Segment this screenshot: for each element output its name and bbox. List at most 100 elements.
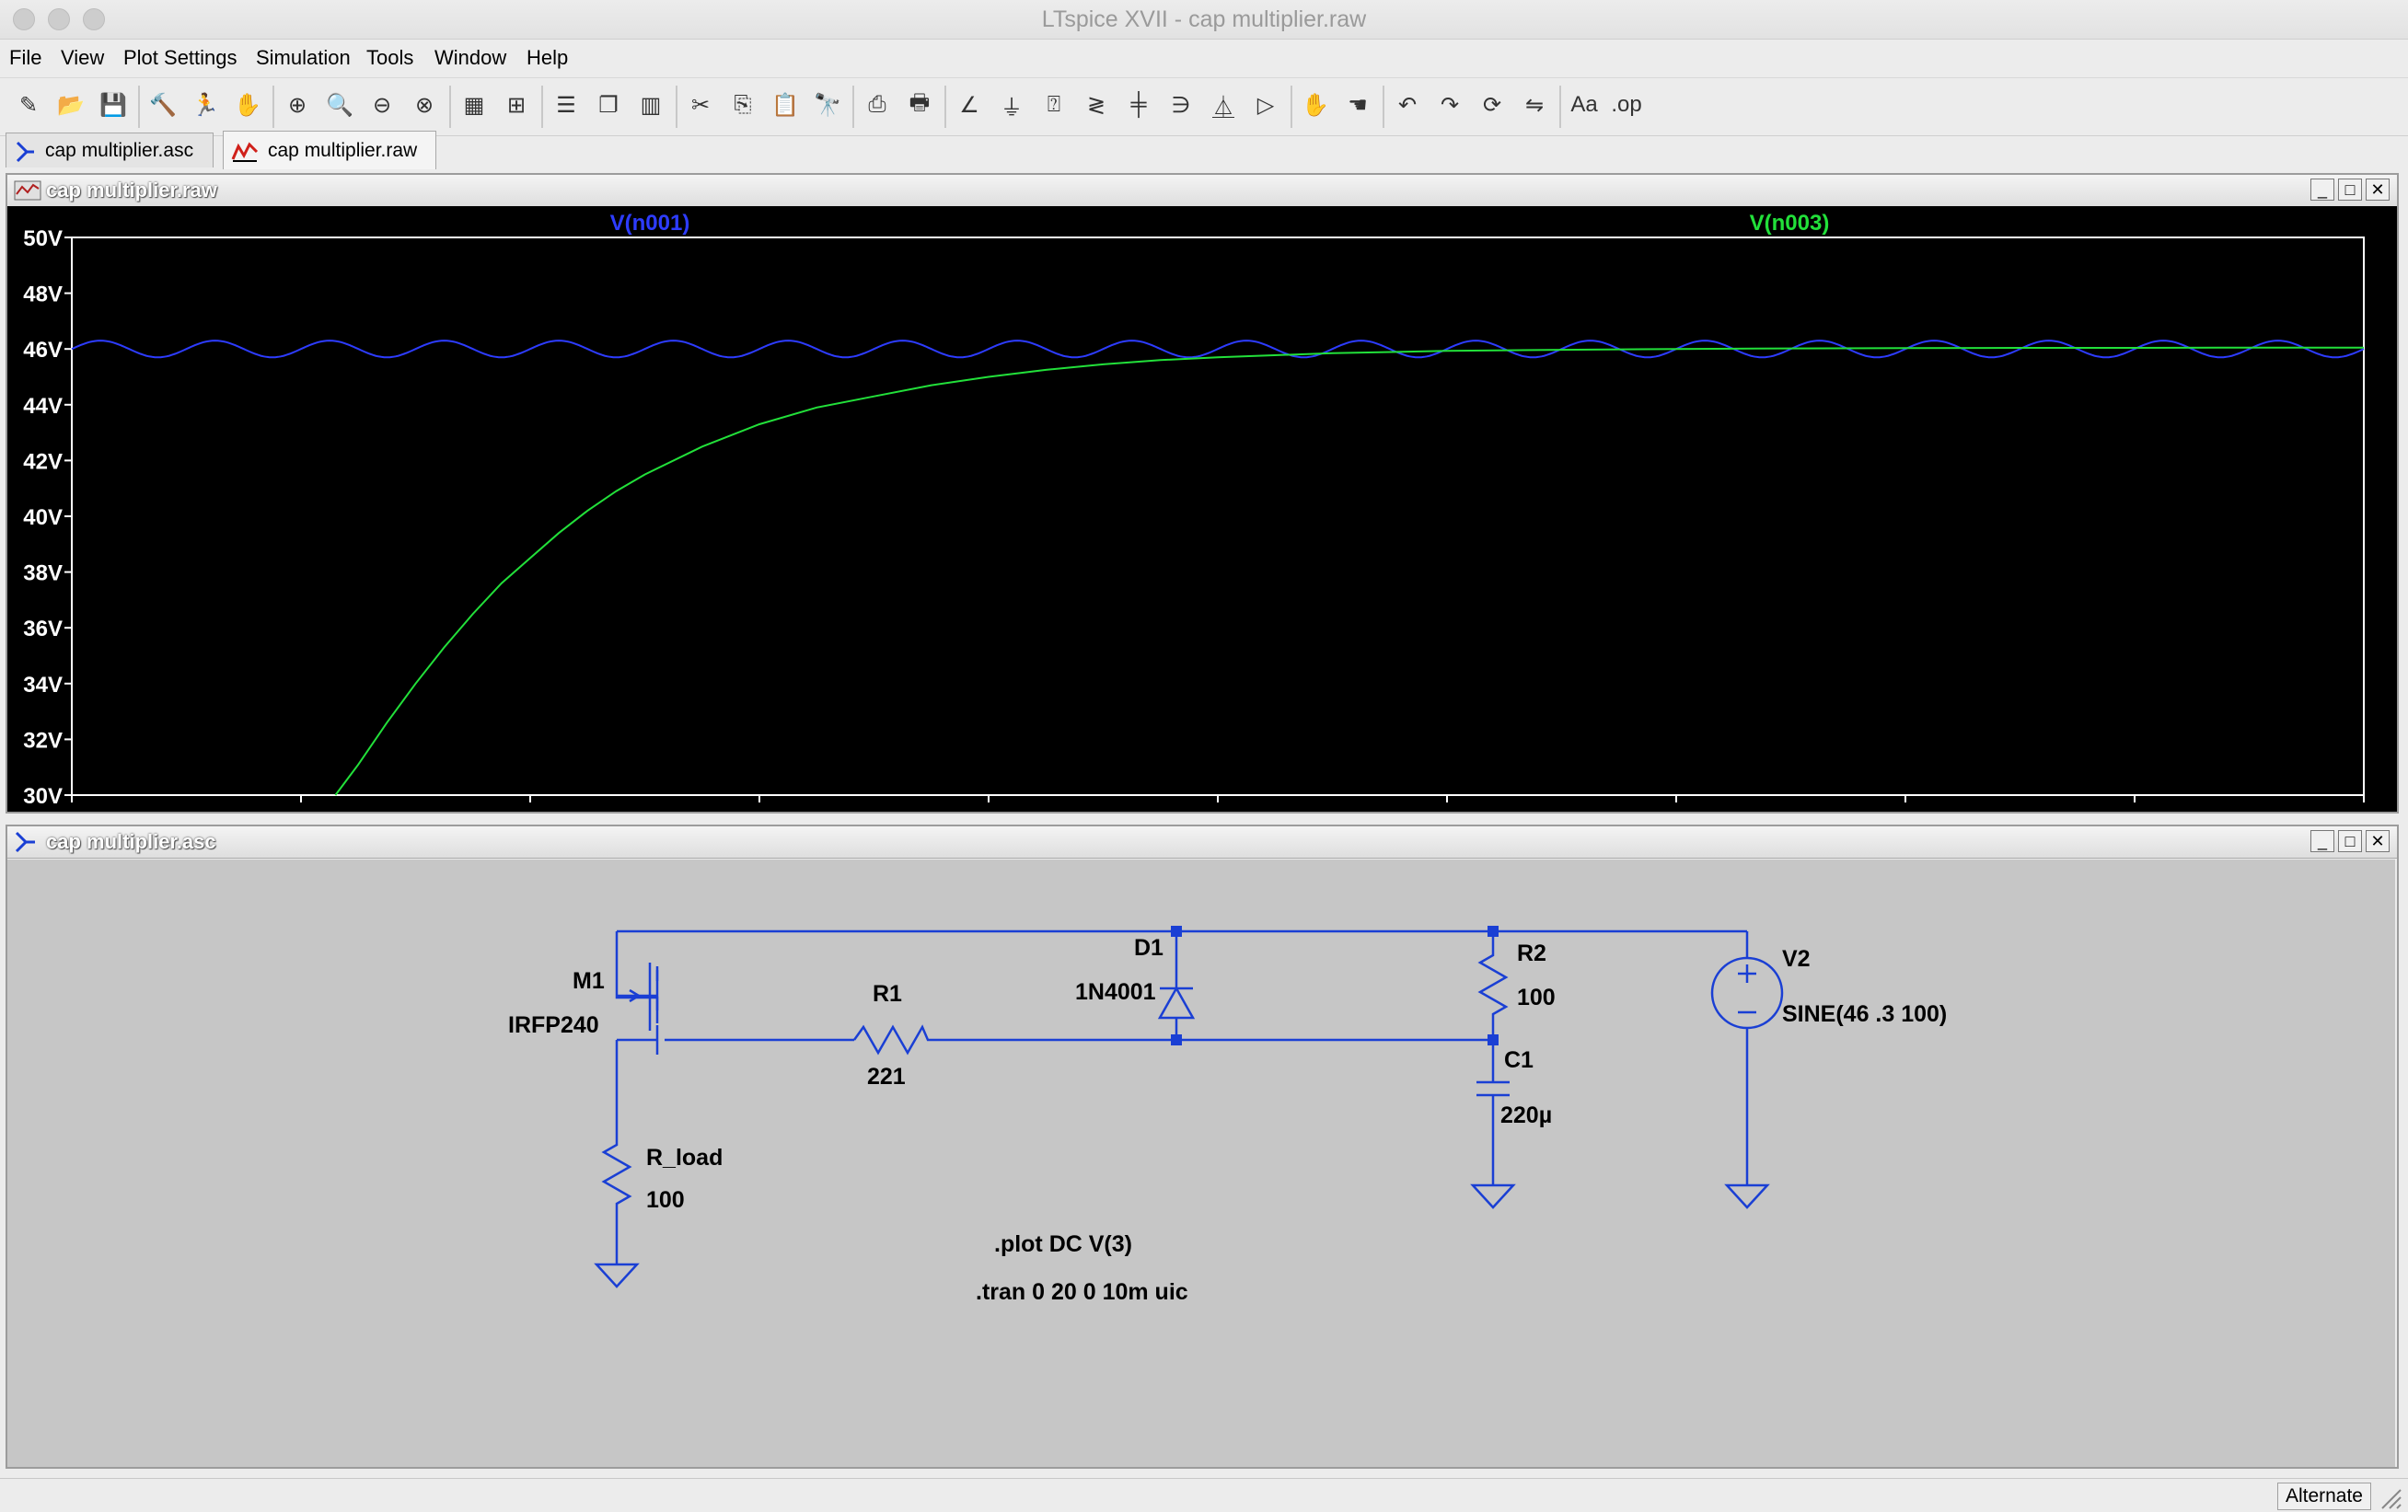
tab-schematic[interactable]: cap multiplier.asc	[6, 133, 214, 167]
resistor-icon[interactable]: ≷	[1077, 86, 1116, 124]
grid-icon[interactable]: ⊞	[497, 86, 536, 124]
maximize-pane-button[interactable]: □	[2338, 179, 2362, 201]
y-tick-label: 48V	[23, 283, 63, 307]
r2-value-label[interactable]: 100	[1517, 985, 1556, 1010]
zoom-box-icon[interactable]: 🔍	[320, 86, 359, 124]
minimize-pane-button[interactable]: _	[2310, 830, 2334, 852]
r2-name-label[interactable]: R2	[1517, 941, 1546, 966]
rotate-icon[interactable]: ⟳	[1473, 86, 1511, 124]
menu-help[interactable]: Help	[527, 46, 568, 70]
zoom-fit-icon[interactable]: ⊗	[405, 86, 444, 124]
c1-name-label[interactable]: C1	[1504, 1047, 1534, 1073]
print-setup-icon[interactable]: ⎙	[858, 86, 897, 124]
waveform-chart[interactable]: V(n001) V(n003) 50V 48V 46V 44V 42V 40V 38V 36V 3…	[7, 206, 2397, 812]
mosfet-m1-symbol[interactable]	[617, 963, 659, 1055]
undo-icon[interactable]: ↶	[1388, 86, 1427, 124]
m1-value-label[interactable]: IRFP240	[508, 1012, 599, 1038]
spice-directive-icon[interactable]: .op	[1607, 86, 1646, 124]
ground-rload[interactable]	[594, 1263, 640, 1288]
zoom-out-icon[interactable]: ⊖	[363, 86, 401, 124]
rload-name-label[interactable]: R_load	[646, 1145, 723, 1171]
print-icon[interactable]: 🖶	[900, 86, 939, 124]
trace-label-vn001[interactable]: V(n001)	[610, 211, 690, 236]
minimize-pane-button[interactable]: _	[2310, 179, 2334, 201]
save-icon[interactable]: 💾	[94, 86, 133, 124]
menu-window[interactable]: Window	[434, 46, 506, 70]
menu-tools[interactable]: Tools	[366, 46, 413, 70]
d1-name-label[interactable]: D1	[1134, 935, 1163, 961]
y-tick-label: 44V	[23, 394, 63, 419]
run-icon[interactable]: 🏃	[186, 86, 225, 124]
label-net-icon[interactable]: ⍰	[1035, 86, 1073, 124]
d1-value-label[interactable]: 1N4001	[1075, 979, 1156, 1005]
paste-icon[interactable]: 📋	[766, 86, 805, 124]
cut-icon[interactable]: ✂	[681, 86, 720, 124]
x-tick-label: 120ms	[1413, 809, 1482, 812]
toolbar-separator	[449, 86, 451, 128]
move-icon[interactable]: ✋	[1296, 86, 1335, 124]
resistor-rload-symbol[interactable]	[601, 1139, 632, 1264]
r1-value-label[interactable]: 221	[867, 1064, 906, 1090]
spice-directive-tran[interactable]: .tran 0 20 0 10m uic	[976, 1279, 1188, 1305]
menu-file[interactable]: File	[9, 46, 41, 70]
capacitor-icon[interactable]: ╪	[1119, 86, 1158, 124]
status-mode: Alternate	[2276, 1483, 2371, 1510]
ground-icon[interactable]: ⏚	[992, 86, 1031, 124]
trace-vn001[interactable]	[71, 340, 2365, 359]
v2-name-label[interactable]: V2	[1782, 946, 1811, 972]
drag-icon[interactable]: ☚	[1338, 86, 1377, 124]
menu-plot-settings[interactable]: Plot Settings	[123, 46, 237, 70]
y-tick-label: 36V	[23, 617, 63, 641]
wire-m1-drain[interactable]	[615, 931, 659, 1010]
resistor-r1-symbol[interactable]	[852, 1024, 1176, 1056]
copy-icon[interactable]: ⎘	[724, 86, 762, 124]
c1-value-label[interactable]: 220µ	[1500, 1102, 1552, 1128]
mirror-icon[interactable]: ⇋	[1515, 86, 1554, 124]
resize-grip-icon[interactable]	[2379, 1486, 2402, 1510]
v2-value-label[interactable]: SINE(46 .3 100)	[1782, 1001, 1947, 1027]
halt-icon[interactable]: ✋	[228, 86, 267, 124]
pane-title: cap multiplier.asc	[46, 830, 216, 853]
redo-icon[interactable]: ↷	[1430, 86, 1469, 124]
capacitor-c1-symbol[interactable]	[1476, 1080, 1510, 1097]
trace-label-vn003[interactable]: V(n003)	[1750, 211, 1830, 236]
zoom-in-icon[interactable]: ⊕	[278, 86, 317, 124]
m1-name-label[interactable]: M1	[573, 968, 605, 994]
y-tick-label: 46V	[23, 338, 63, 363]
wire-icon[interactable]: ∠	[950, 86, 989, 124]
new-schematic-icon[interactable]: ✎	[9, 86, 48, 124]
toolbar-separator	[138, 86, 140, 128]
schematic-canvas[interactable]: M1 IRFP240 R1 221 D1 1N4001 R2 100 C1 22…	[7, 860, 2395, 1467]
control-panel-icon[interactable]: 🔨	[144, 86, 182, 124]
r1-name-label[interactable]: R1	[873, 981, 902, 1007]
toolbar-separator	[944, 86, 946, 128]
close-pane-button[interactable]: ✕	[2366, 830, 2390, 852]
menu-simulation[interactable]: Simulation	[256, 46, 351, 70]
find-icon[interactable]: 🔭	[808, 86, 847, 124]
schematic-pane-titlebar: cap multiplier.asc _ □ ✕	[7, 826, 2397, 859]
autorange-icon[interactable]: ▦	[455, 86, 493, 124]
tab-waveform[interactable]: cap multiplier.raw	[223, 131, 436, 169]
tile-horizontal-icon[interactable]: ☰	[547, 86, 585, 124]
component-icon[interactable]: ▷	[1246, 86, 1285, 124]
diode-d1-symbol[interactable]	[1157, 986, 1196, 1020]
ground-c1[interactable]	[1470, 1183, 1516, 1209]
resistor-r2-symbol[interactable]	[1477, 931, 1509, 1040]
x-tick-label: 40ms	[502, 809, 558, 812]
close-pane-button[interactable]: ✕	[2366, 179, 2390, 201]
y-tick-label: 38V	[23, 561, 63, 586]
menu-view[interactable]: View	[61, 46, 104, 70]
maximize-pane-button[interactable]: □	[2338, 830, 2362, 852]
spice-directive-plot[interactable]: .plot DC V(3)	[994, 1231, 1132, 1257]
ground-v2[interactable]	[1724, 1183, 1770, 1209]
text-icon[interactable]: Aa	[1565, 86, 1603, 124]
rload-value-label[interactable]: 100	[646, 1187, 685, 1213]
open-icon[interactable]: 📂	[52, 86, 90, 124]
y-tick-label: 30V	[23, 784, 63, 809]
tile-vertical-icon[interactable]: ▥	[631, 86, 670, 124]
toolbar-separator	[272, 86, 274, 128]
diode-icon[interactable]: ⏅	[1204, 86, 1243, 124]
trace-vn003[interactable]	[334, 346, 2364, 796]
inductor-icon[interactable]: ∋	[1162, 86, 1200, 124]
cascade-icon[interactable]: ❐	[589, 86, 628, 124]
